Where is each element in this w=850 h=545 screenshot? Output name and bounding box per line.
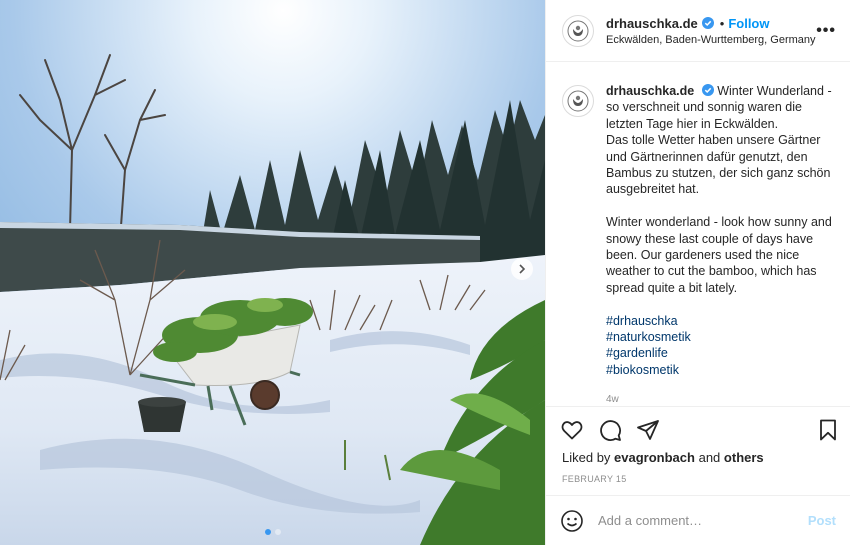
caption-section: drhauschka.de Winter Wunderland - so ver…: [546, 63, 850, 406]
follow-button[interactable]: Follow: [728, 16, 769, 31]
comment-bar: Post: [546, 495, 850, 545]
post-header: drhauschka.de • Follow Eckwälden, Baden-…: [546, 0, 850, 62]
save-button[interactable]: [816, 418, 840, 442]
account-name[interactable]: drhauschka.de: [606, 16, 698, 31]
save-icon: [820, 419, 836, 440]
carousel-next-button[interactable]: [511, 258, 533, 280]
verified-icon: [701, 84, 714, 96]
more-icon[interactable]: •••: [816, 22, 836, 39]
emoji-button[interactable]: [560, 509, 584, 533]
caption-line-de-2: Das tolle Wetter haben unsere Gärtner un…: [606, 133, 831, 197]
emoji-icon: [561, 509, 583, 532]
location-link[interactable]: Eckwälden, Baden-Wurttemberg, Germany: [606, 34, 816, 46]
brand-logo-icon: [567, 90, 589, 112]
post-photo[interactable]: [0, 0, 545, 545]
verified-icon: [701, 17, 714, 29]
brand-logo-icon: [567, 20, 589, 41]
avatar[interactable]: [562, 85, 594, 117]
separator-dot: •: [719, 15, 725, 31]
hashtag-link[interactable]: #biokosmetik: [606, 363, 679, 377]
carousel-dots: [0, 529, 545, 535]
action-bar: [546, 406, 850, 452]
likes-prefix: Liked by: [562, 450, 611, 465]
header-text: drhauschka.de • Follow Eckwälden, Baden-…: [606, 15, 816, 46]
heart-icon: [561, 420, 583, 439]
post-date[interactable]: FEBRUARY 15: [562, 474, 627, 484]
next-arrow-icon: [519, 264, 526, 274]
likes-others-link[interactable]: others: [724, 450, 764, 465]
post-comment-button[interactable]: Post: [808, 513, 836, 528]
carousel-dot: [264, 529, 271, 535]
likes-summary: Liked by evagronbach and others: [562, 450, 764, 465]
avatar[interactable]: [562, 14, 594, 47]
share-button[interactable]: [636, 418, 660, 442]
caption-username[interactable]: drhauschka.de: [606, 84, 694, 98]
hashtag-link[interactable]: #drhauschka: [606, 314, 678, 328]
share-icon: [637, 419, 659, 440]
hashtag-link[interactable]: #gardenlife: [606, 346, 668, 360]
caption-line-en: Winter wonderland - look how sunny and s…: [606, 215, 832, 295]
winter-garden-image: [0, 0, 545, 545]
carousel-dot: [274, 529, 281, 535]
like-button[interactable]: [560, 418, 584, 442]
caption-text: drhauschka.de Winter Wunderland - so ver…: [606, 83, 836, 406]
post-side-panel: drhauschka.de • Follow Eckwälden, Baden-…: [545, 0, 850, 545]
hashtag-link[interactable]: #naturkosmetik: [606, 330, 691, 344]
likes-joiner: and: [698, 450, 721, 465]
comment-icon: [600, 419, 621, 441]
comment-input[interactable]: [598, 513, 808, 528]
liked-by-user[interactable]: evagronbach: [614, 450, 695, 465]
comment-button[interactable]: [598, 418, 622, 442]
